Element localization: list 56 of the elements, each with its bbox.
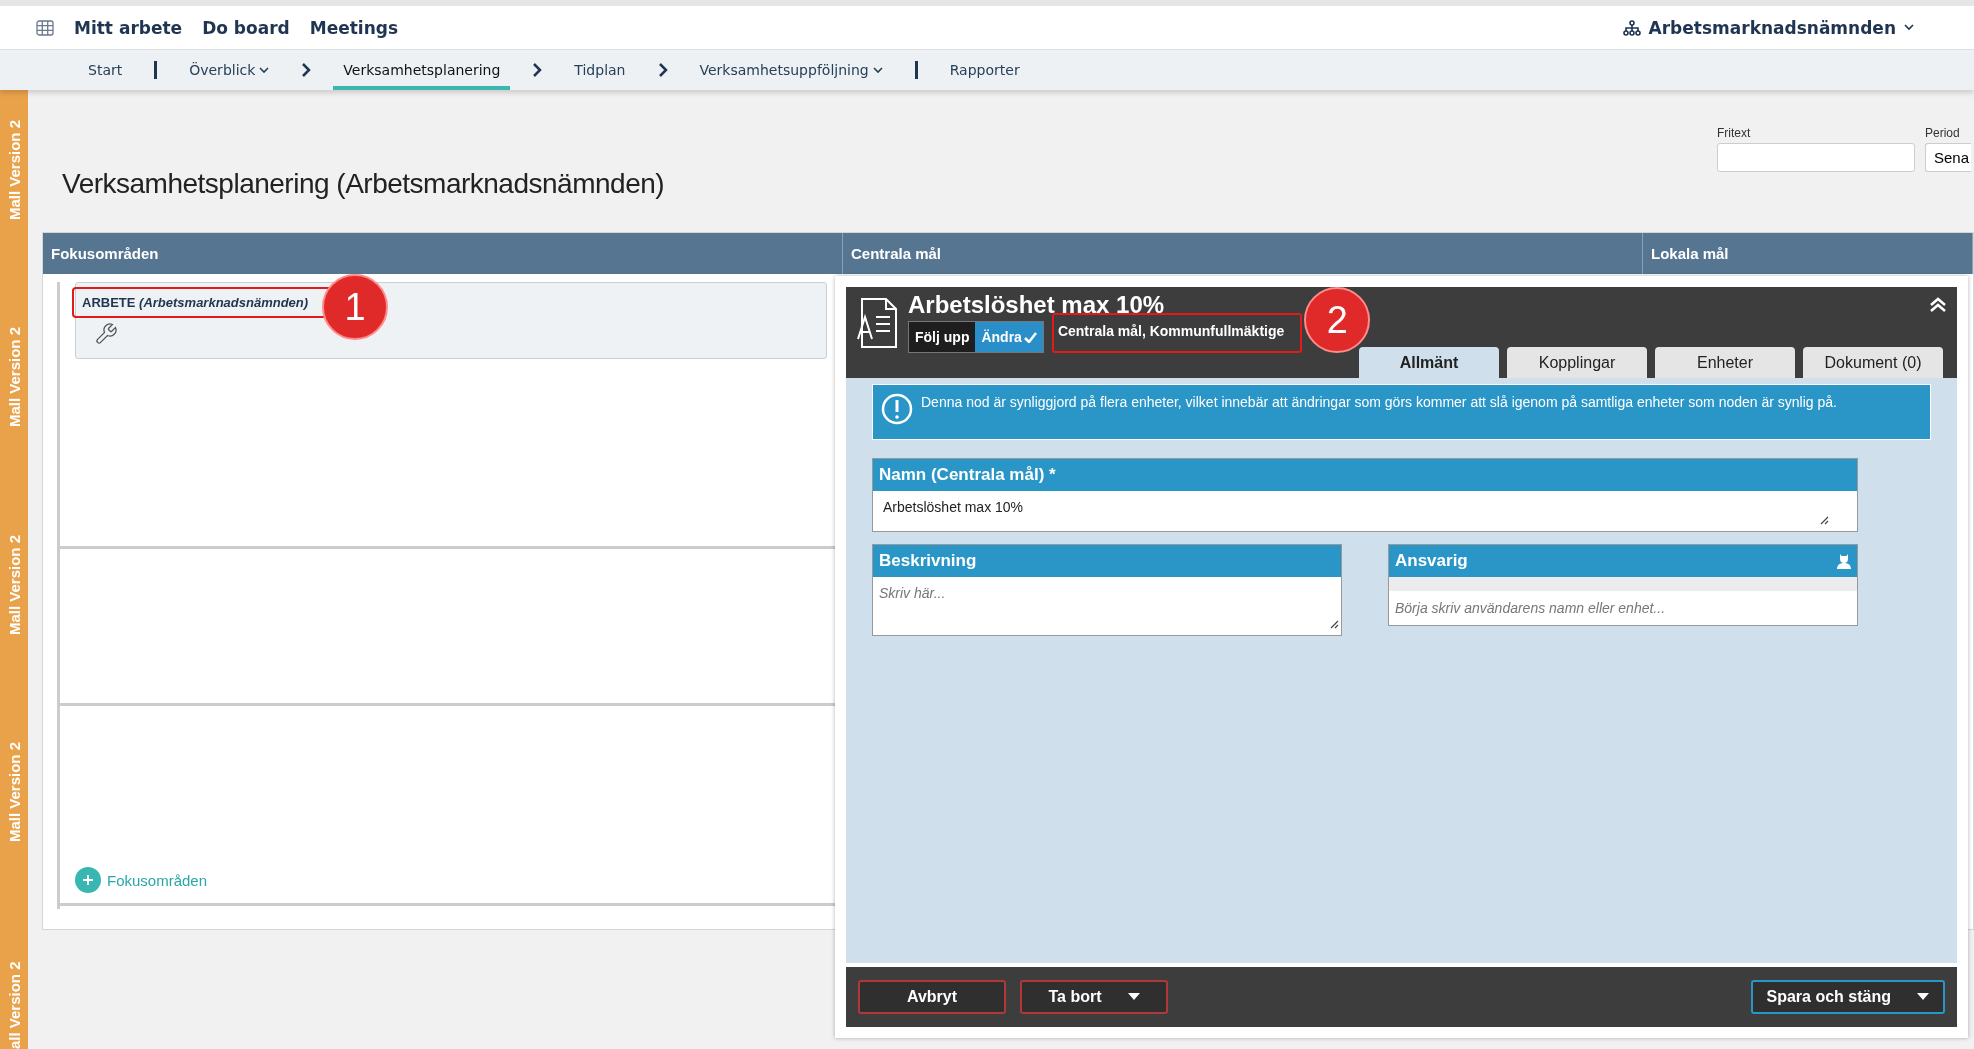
panel-tab[interactable]: Enheter: [1655, 347, 1795, 378]
filter-label: Period: [1924, 126, 1961, 140]
column-header: Lokala mål: [1643, 233, 1973, 274]
info-icon: [881, 393, 913, 425]
save-button[interactable]: Spara och stäng: [1750, 980, 1945, 1014]
field-placeholder: Skriv här...: [879, 585, 946, 601]
template-label: Mall Version 2: [5, 740, 23, 842]
plus-icon: [83, 875, 93, 885]
template-label: Mall Version 2: [5, 326, 23, 428]
field-label: Beskrivning: [879, 551, 977, 571]
nav-tab[interactable]: Verksamhetsplanering: [333, 50, 511, 90]
nav-tab[interactable]: Start: [78, 50, 133, 90]
column-header: Centrala mål: [843, 233, 1643, 274]
hierarchy-icon: [1622, 19, 1641, 36]
top-nav-link[interactable]: Do board: [202, 17, 290, 38]
nav-tab[interactable]: Rapporter: [939, 50, 1030, 90]
page-title: Verksamhetsplanering (Arbetsmarknadsnämnden): [62, 168, 665, 200]
field-value: Arbetslöshet max 10%: [883, 499, 1024, 515]
resize-grip-icon[interactable]: [1820, 516, 1829, 525]
template-label: Mall Version 2: [5, 118, 23, 220]
field-label: Ansvarig: [1395, 551, 1468, 571]
document-icon: [854, 297, 900, 349]
notice-text: Denna nod är synliggjord på flera enheter, vilket innebär att ändringar som görs kommer att slå igenom på samtliga enheter som noden är synlig på.: [921, 393, 1837, 411]
user-field[interactable]: Ansvarig Börja skriv användarens namn eller enhet...: [1388, 544, 1858, 626]
text-area[interactable]: Namn (Centrala mål) * Arbetslöshet max 10%: [872, 458, 1858, 532]
mode-toggle[interactable]: Ändra: [975, 322, 1043, 352]
top-nav-link[interactable]: Mitt arbete: [74, 17, 183, 38]
template-label: Mall Version 2: [5, 533, 23, 635]
panel-tab[interactable]: Dokument (0): [1803, 347, 1943, 378]
footer-button[interactable]: Avbryt: [858, 980, 1006, 1014]
nav-tab[interactable]: Överblick: [179, 50, 280, 90]
chevron-down-icon: [1904, 24, 1914, 31]
nav-tab[interactable]: Verksamhetsuppföljning: [689, 50, 893, 90]
node-path: Centrala mål, Kommunfullmäktige: [1051, 313, 1303, 353]
nav-tab[interactable]: Tidplan: [564, 50, 636, 90]
filter-label: Fritext: [1716, 126, 1752, 140]
panel-tab[interactable]: Kopplingar: [1507, 347, 1647, 378]
wrench-icon[interactable]: [94, 322, 118, 346]
grid-icon[interactable]: [36, 19, 54, 36]
footer-button[interactable]: Ta bort: [1020, 980, 1168, 1014]
search-field[interactable]: [1716, 143, 1915, 172]
collapse-icon[interactable]: [1929, 297, 1947, 313]
period-select[interactable]: Sena: [1924, 143, 1971, 172]
text-area[interactable]: Beskrivning Skriv här...: [872, 544, 1342, 636]
person-icon[interactable]: [1837, 553, 1851, 569]
field-placeholder: Börja skriv användarens namn eller enhet...: [1394, 599, 1667, 618]
field-label: Namn (Centrala mål) *: [879, 465, 1056, 485]
panel-tab[interactable]: Allmänt: [1359, 347, 1499, 378]
organization-selector[interactable]: Arbetsmarknadsnämnden: [1622, 17, 1914, 38]
template-label: all Version 2: [5, 960, 23, 1049]
mode-toggle[interactable]: Följ upp: [909, 322, 976, 352]
resize-grip-icon[interactable]: [1330, 620, 1339, 629]
check-icon: [1023, 331, 1037, 343]
column-header: Fokusområden: [43, 233, 843, 274]
callout-marker: 2: [1304, 287, 1371, 353]
top-nav-link[interactable]: Meetings: [309, 17, 399, 38]
